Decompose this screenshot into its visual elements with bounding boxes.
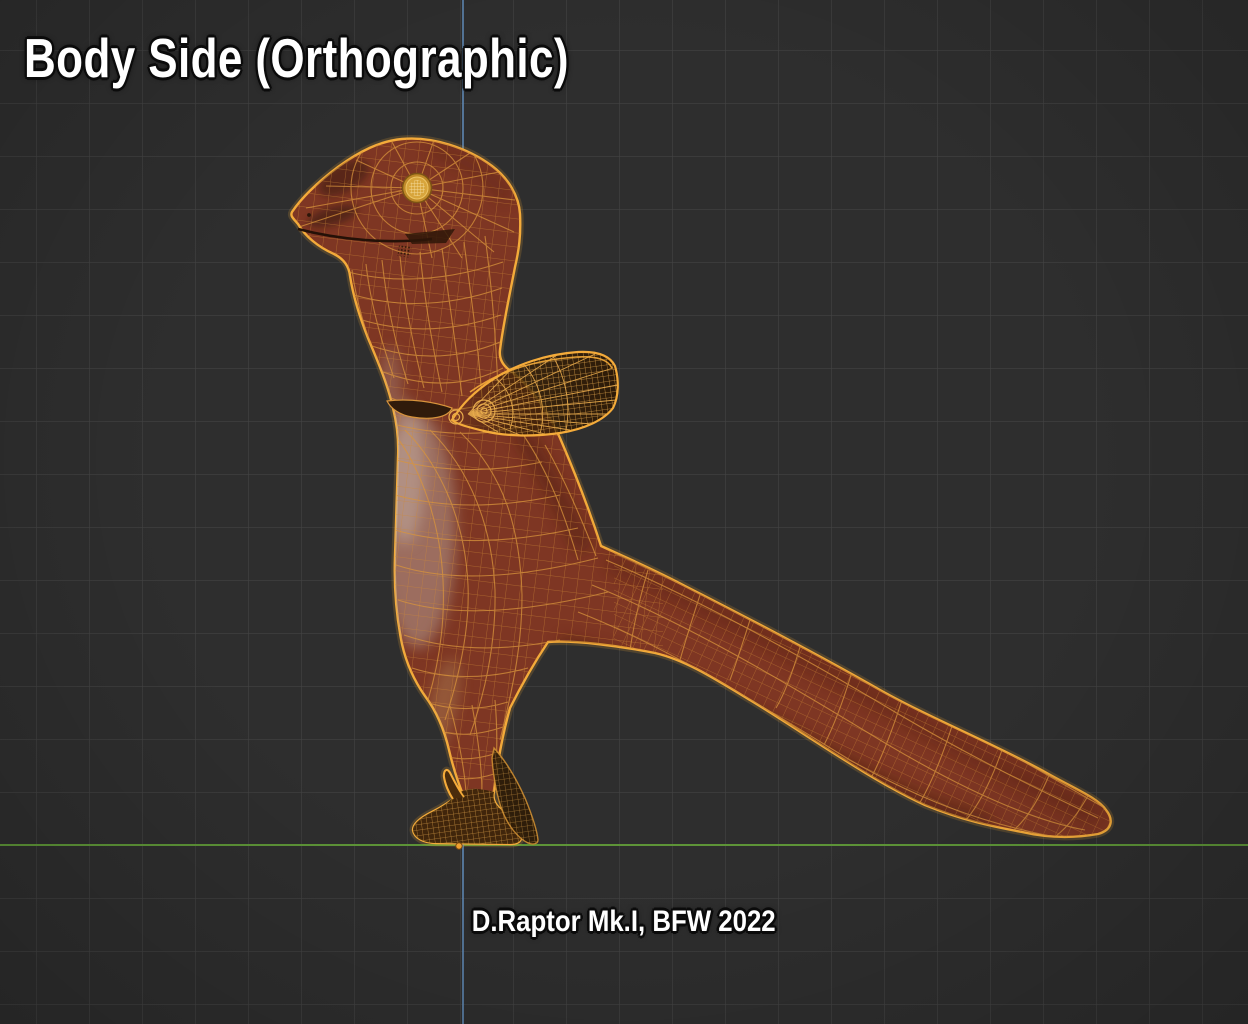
- origin-marker: [455, 842, 463, 850]
- view-title-label: Body Side (Orthographic): [24, 27, 569, 89]
- eye: [401, 172, 433, 204]
- chin-stipple-patch: [397, 244, 412, 258]
- grid-lines: [0, 0, 1248, 1024]
- 3d-viewport[interactable]: Body Side (Orthographic) D.Raptor Mk.I, …: [0, 0, 1248, 1024]
- caption-row: D.Raptor Mk.I, BFW 2022: [0, 905, 1248, 939]
- nostril: [307, 213, 311, 217]
- model-caption-label: D.Raptor Mk.I, BFW 2022: [472, 905, 776, 938]
- viewport-canvas[interactable]: [0, 0, 1248, 1024]
